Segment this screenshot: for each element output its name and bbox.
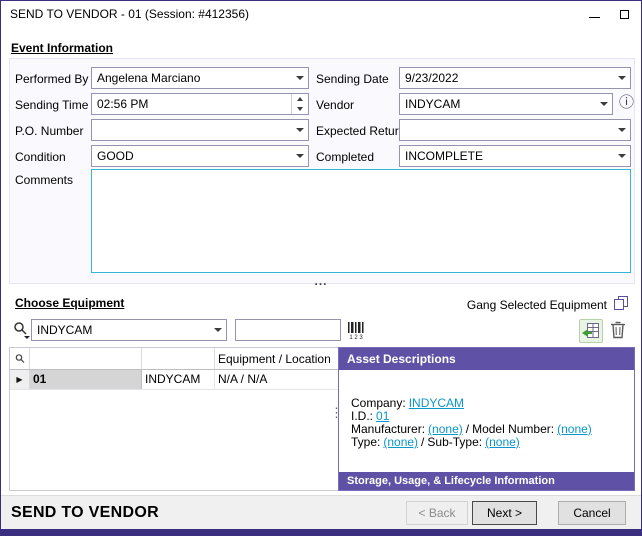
comments-textarea[interactable]: [91, 169, 631, 273]
completed-value: INCOMPLETE: [405, 149, 613, 163]
footer-bar: SEND TO VENDOR < Back Next > Cancel: [1, 495, 641, 529]
sending-time-value: 02:56 PM: [97, 97, 291, 111]
condition-combo[interactable]: GOOD: [91, 145, 309, 167]
barcode-icon[interactable]: 1 2 3: [346, 320, 366, 340]
performed-by-value: Angelena Marciano: [97, 71, 291, 85]
chevron-down-icon[interactable]: [291, 146, 308, 166]
svg-text:1 2 3: 1 2 3: [349, 335, 363, 340]
manufacturer-label: Manufacturer:: [351, 422, 425, 436]
send-to-vendor-dialog: SEND TO VENDOR - 01 (Session: #412356) E…: [0, 0, 642, 536]
expected-return-label: Expected Return: [316, 124, 405, 138]
po-number-combo[interactable]: [91, 119, 309, 141]
completed-combo[interactable]: INCOMPLETE: [399, 145, 631, 167]
sending-time-label: Sending Time: [15, 98, 88, 112]
performed-by-combo[interactable]: Angelena Marciano: [91, 67, 309, 89]
chevron-down-icon[interactable]: [209, 320, 226, 340]
cell-id[interactable]: 01: [30, 370, 142, 389]
grid-header-company[interactable]: [142, 348, 215, 369]
next-button[interactable]: Next >: [472, 501, 537, 525]
spin-up-icon[interactable]: [292, 94, 308, 104]
chevron-down-icon[interactable]: [613, 146, 630, 166]
vendor-value: INDYCAM: [405, 97, 595, 111]
trash-icon[interactable]: [609, 320, 627, 340]
equipment-filter-value: INDYCAM: [37, 323, 209, 337]
page-title: SEND TO VENDOR: [11, 504, 159, 522]
vendor-combo[interactable]: INDYCAM: [399, 93, 613, 115]
minimize-icon: [589, 17, 600, 18]
subtype-link[interactable]: (none): [485, 435, 520, 449]
po-number-label: P.O. Number: [15, 124, 83, 138]
checkin-equipment-icon[interactable]: [579, 319, 603, 343]
completed-label: Completed: [316, 150, 374, 164]
separator: /: [421, 435, 424, 449]
sending-date-combo[interactable]: 9/23/2022: [399, 67, 631, 89]
chevron-down-icon[interactable]: [291, 68, 308, 88]
window-controls: [579, 1, 639, 27]
event-information-label: Event Information: [11, 41, 113, 55]
minimize-button[interactable]: [579, 1, 609, 27]
type-link[interactable]: (none): [383, 435, 418, 449]
asset-descriptions-panel: Asset Descriptions Company:INDYCAM I.D.:…: [338, 347, 635, 491]
chevron-down-icon[interactable]: [595, 94, 612, 114]
window-title: SEND TO VENDOR - 01 (Session: #412356): [10, 7, 249, 21]
chevron-down-icon[interactable]: [613, 120, 630, 140]
chevron-down-icon[interactable]: [613, 68, 630, 88]
asset-company-line: Company:INDYCAM: [351, 396, 467, 410]
sending-date-label: Sending Date: [316, 72, 389, 86]
comments-label: Comments: [15, 173, 73, 187]
asset-manufacturer-line: Manufacturer:(none)/Model Number:(none): [351, 422, 595, 436]
condition-value: GOOD: [97, 149, 291, 163]
titlebar: SEND TO VENDOR - 01 (Session: #412356): [1, 1, 641, 27]
id-link[interactable]: 01: [376, 409, 389, 423]
vendor-label: Vendor: [316, 98, 354, 112]
separator: /: [466, 422, 469, 436]
cancel-button[interactable]: Cancel: [558, 501, 626, 525]
sending-date-value: 9/23/2022: [405, 71, 613, 85]
equipment-filter-combo[interactable]: INDYCAM: [31, 319, 227, 341]
maximize-icon: [620, 10, 629, 19]
id-label: I.D.:: [351, 409, 373, 423]
asset-descriptions-header: Asset Descriptions: [339, 348, 634, 370]
asset-id-line: I.D.:01: [351, 409, 392, 423]
collapse-handle[interactable]: ...: [1, 274, 641, 288]
manufacturer-link[interactable]: (none): [428, 422, 463, 436]
time-spinner[interactable]: [291, 94, 308, 114]
row-selector-icon[interactable]: ▶: [10, 370, 30, 389]
sending-time-field[interactable]: 02:56 PM: [91, 93, 309, 115]
search-icon[interactable]: [11, 320, 31, 340]
company-label: Company:: [351, 396, 406, 410]
splitter-handle[interactable]: ⋮: [330, 405, 343, 421]
model-number-label: Model Number:: [472, 422, 554, 436]
chevron-down-icon[interactable]: [291, 120, 308, 140]
type-label: Type:: [351, 435, 380, 449]
maximize-button[interactable]: [609, 1, 639, 27]
grid-filter-button[interactable]: [10, 348, 30, 369]
info-icon[interactable]: ⓘ: [619, 95, 634, 111]
condition-label: Condition: [15, 150, 66, 164]
cell-company[interactable]: INDYCAM: [142, 370, 215, 389]
equipment-search-input[interactable]: [235, 319, 341, 341]
gang-selected-equipment-label: Gang Selected Equipment: [467, 298, 607, 312]
spin-down-icon[interactable]: [292, 104, 308, 114]
storage-usage-lifecycle-header: Storage, Usage, & Lifecycle Information: [339, 472, 634, 490]
model-number-link[interactable]: (none): [557, 422, 592, 436]
back-button[interactable]: < Back: [406, 501, 468, 525]
choose-equipment-label: Choose Equipment: [15, 296, 124, 310]
subtype-label: Sub-Type:: [427, 435, 482, 449]
gang-copy-icon[interactable]: [613, 295, 629, 311]
performed-by-label: Performed By: [15, 72, 88, 86]
company-link[interactable]: INDYCAM: [409, 396, 464, 410]
expected-return-combo[interactable]: [399, 119, 631, 141]
asset-type-line: Type:(none)/Sub-Type:(none): [351, 435, 523, 449]
grid-search-icon: [14, 353, 26, 365]
grid-header-id[interactable]: [30, 348, 142, 369]
